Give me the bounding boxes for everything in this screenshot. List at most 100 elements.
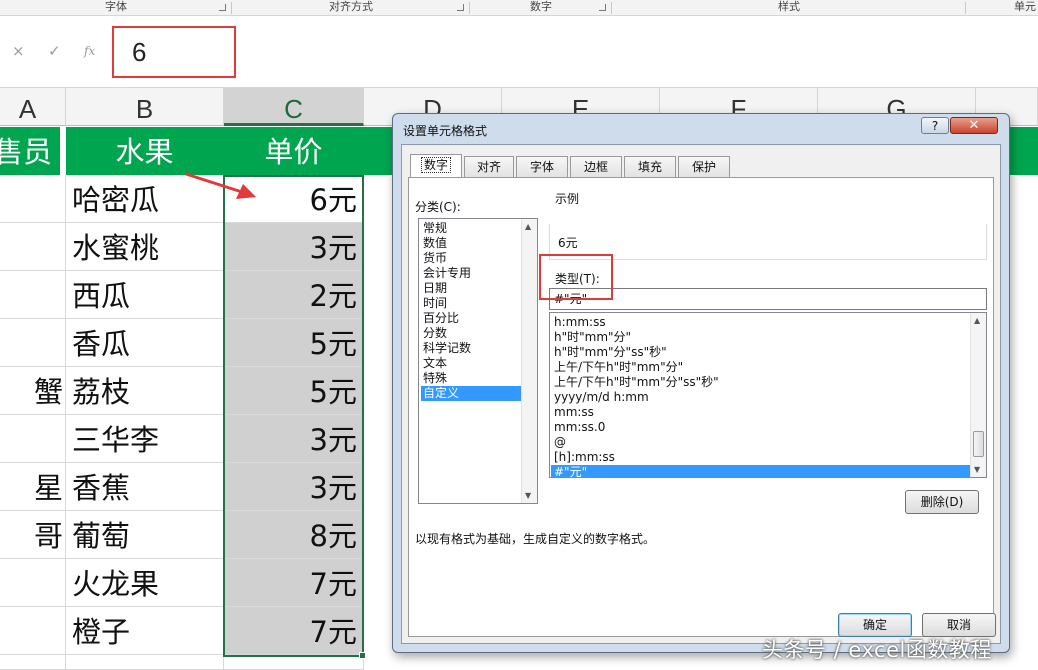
price-cell[interactable]: 8元 (224, 511, 364, 559)
category-item-time[interactable]: 时间 (421, 296, 521, 311)
ribbon-group-number[interactable]: 数字 (470, 0, 612, 15)
type-list-item[interactable]: 上午/下午h"时"mm"分"ss"秒" (551, 375, 971, 390)
fruit-cell[interactable]: 火龙果 (66, 559, 224, 607)
type-list-item[interactable]: yyyy/m/d h:mm (551, 390, 971, 405)
column-header-c[interactable]: C (224, 88, 364, 126)
price-cell[interactable]: 5元 (224, 367, 364, 415)
fruit-cell[interactable]: 香瓜 (66, 319, 224, 367)
type-list-item[interactable]: h"时"mm"分"ss"秒" (551, 345, 971, 360)
column-header-b[interactable]: B (66, 88, 224, 126)
number-launcher-icon[interactable] (599, 4, 606, 11)
category-scrollbar[interactable]: ▲ ▼ (521, 219, 537, 503)
type-list-item[interactable]: 上午/下午h"时"mm"分" (551, 360, 971, 375)
salesperson-cell[interactable]: 哥 (0, 511, 66, 559)
scroll-down-icon[interactable]: ▼ (525, 491, 531, 500)
ribbon-group-styles[interactable]: 样式 (612, 0, 966, 15)
category-item-general[interactable]: 常规 (421, 221, 521, 236)
ribbon-group-alignment-label: 对齐方式 (329, 0, 373, 13)
number-tab-panel: 分类(C): 常规 数值 货币 会计专用 日期 时间 百分比 分数 科学记数 文… (408, 177, 994, 637)
tab-number-label: 数字 (420, 157, 451, 173)
fruit-cell[interactable]: 橙子 (66, 607, 224, 655)
category-item-scientific[interactable]: 科学记数 (421, 341, 521, 356)
category-item-number[interactable]: 数值 (421, 236, 521, 251)
type-list-item[interactable]: h"时"mm"分" (551, 330, 971, 345)
price-cell[interactable]: 3元 (224, 223, 364, 271)
cancel-icon[interactable]: × (12, 42, 25, 60)
ribbon-group-font[interactable]: 字体 (0, 0, 232, 15)
ribbon-group-number-label: 数字 (530, 0, 552, 13)
category-item-fraction[interactable]: 分数 (421, 326, 521, 341)
salesperson-cell[interactable]: 蟹 (0, 367, 66, 415)
type-list-scrollbar[interactable]: ▲ ▼ (970, 313, 986, 477)
enter-icon[interactable]: ✓ (48, 42, 61, 60)
font-launcher-icon[interactable] (219, 4, 226, 11)
fruit-cell[interactable]: 西瓜 (66, 271, 224, 319)
salesperson-cell[interactable]: 星 (0, 463, 66, 511)
type-list-item[interactable]: h:mm:ss (551, 315, 971, 330)
scroll-up-icon[interactable]: ▲ (525, 222, 531, 231)
fruit-cell[interactable]: 三华李 (66, 415, 224, 463)
dialog-title: 设置单元格格式 (403, 124, 488, 138)
scroll-up-icon[interactable]: ▲ (974, 316, 980, 325)
tab-number[interactable]: 数字 (410, 154, 462, 178)
category-list[interactable]: 常规 数值 货币 会计专用 日期 时间 百分比 分数 科学记数 文本 特殊 自定… (418, 218, 538, 504)
price-cell[interactable]: 2元 (224, 271, 364, 319)
price-cell[interactable]: 3元 (224, 463, 364, 511)
type-label: 类型(T): (555, 272, 600, 286)
salesperson-cell[interactable] (0, 655, 66, 670)
fruit-cell[interactable]: 水蜜桃 (66, 223, 224, 271)
category-item-accounting[interactable]: 会计专用 (421, 266, 521, 281)
type-list-item[interactable]: @ (551, 435, 971, 450)
type-input[interactable]: #"元" (549, 288, 987, 310)
type-list-item-selected[interactable]: #"元" (551, 465, 971, 477)
type-list-item[interactable]: mm:ss (551, 405, 971, 420)
type-list[interactable]: h:mm:ss h"时"mm"分" h"时"mm"分"ss"秒" 上午/下午h"… (549, 312, 987, 478)
category-label: 分类(C): (415, 200, 461, 214)
tab-protection[interactable]: 保护 (678, 156, 730, 177)
fill-handle[interactable] (359, 652, 366, 659)
salesperson-cell[interactable] (0, 607, 66, 655)
salesperson-cell[interactable] (0, 223, 66, 271)
category-item-text[interactable]: 文本 (421, 356, 521, 371)
ribbon-group-alignment[interactable]: 对齐方式 (232, 0, 470, 15)
fruit-cell[interactable]: 葡萄 (66, 511, 224, 559)
alignment-launcher-icon[interactable] (457, 4, 464, 11)
category-item-percentage[interactable]: 百分比 (421, 311, 521, 326)
tab-border[interactable]: 边框 (570, 156, 622, 177)
scroll-thumb[interactable] (973, 431, 984, 457)
tab-font[interactable]: 字体 (516, 156, 568, 177)
excel-window: 字体 对齐方式 数字 样式 单元 × ✓ fx 6 A B C D E F G … (0, 0, 1038, 670)
category-item-date[interactable]: 日期 (421, 281, 521, 296)
insert-function-icon[interactable]: fx (84, 44, 95, 58)
salesperson-cell[interactable] (0, 175, 66, 223)
tab-alignment[interactable]: 对齐 (464, 156, 514, 177)
header-cell-salesperson[interactable]: 售员 (0, 127, 60, 175)
type-list-item[interactable]: mm:ss.0 (551, 420, 971, 435)
price-cell[interactable]: 5元 (224, 319, 364, 367)
fruit-cell[interactable]: 荔枝 (66, 367, 224, 415)
price-cell[interactable]: 3元 (224, 415, 364, 463)
formula-input[interactable]: 6 (112, 26, 236, 78)
type-list-item[interactable]: [h]:mm:ss (551, 450, 971, 465)
price-cell[interactable] (224, 655, 364, 670)
salesperson-cell[interactable] (0, 271, 66, 319)
help-button[interactable]: ? (921, 117, 949, 134)
ribbon-group-styles-label: 样式 (778, 0, 800, 13)
price-cell[interactable]: 7元 (224, 607, 364, 655)
ribbon-group-cells[interactable]: 单元 (966, 0, 1038, 15)
price-cell[interactable]: 7元 (224, 559, 364, 607)
category-item-currency[interactable]: 货币 (421, 251, 521, 266)
fruit-cell[interactable] (66, 655, 224, 670)
tab-fill[interactable]: 填充 (624, 156, 676, 177)
category-item-special[interactable]: 特殊 (421, 371, 521, 386)
scroll-down-icon[interactable]: ▼ (974, 465, 980, 474)
salesperson-cell[interactable] (0, 415, 66, 463)
salesperson-cell[interactable] (0, 319, 66, 367)
category-item-custom[interactable]: 自定义 (421, 386, 521, 401)
delete-button[interactable]: 删除(D) (905, 490, 979, 514)
fruit-cell[interactable]: 香蕉 (66, 463, 224, 511)
salesperson-cell[interactable] (0, 559, 66, 607)
formula-bar: × ✓ fx 6 (0, 16, 1038, 88)
column-header-a[interactable]: A (0, 88, 66, 126)
close-button[interactable]: ✕ (950, 117, 998, 134)
